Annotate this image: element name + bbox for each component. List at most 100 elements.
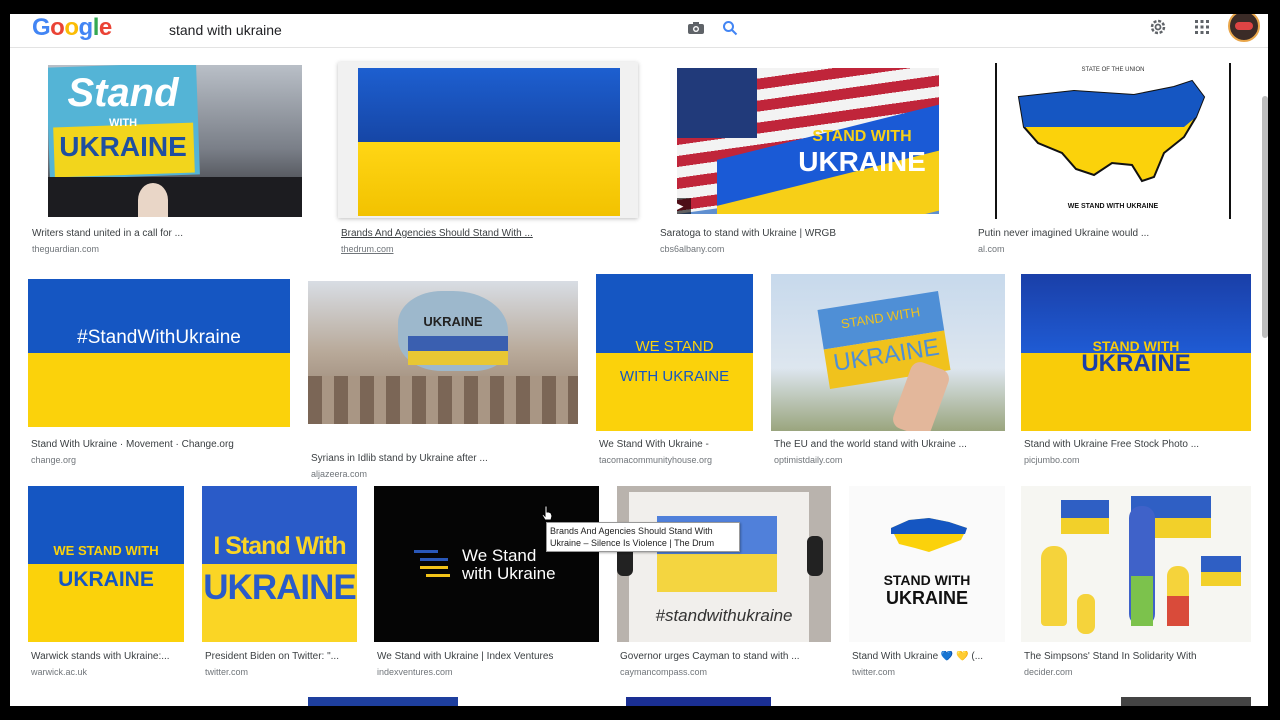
- result-source: theguardian.com: [32, 244, 100, 254]
- result-image[interactable]: #StandWithUkraine: [28, 279, 290, 427]
- result-source: picjumbo.com: [1024, 455, 1080, 465]
- logo-letter: g: [78, 14, 94, 41]
- result-tile[interactable]: #standwithukraine Governor urges Cayman …: [617, 486, 831, 686]
- image-text: I Stand With: [213, 532, 346, 560]
- image-text: WITH UKRAINE: [619, 368, 730, 385]
- logo-letter: e: [98, 14, 112, 41]
- play-icon[interactable]: ▶: [677, 198, 691, 214]
- result-tile[interactable]: UKRAINE Syrians in Idlib stand by Ukrain…: [308, 281, 578, 479]
- result-tile[interactable]: The Simpsons' Stand In Solidarity With d…: [1021, 486, 1251, 686]
- result-caption[interactable]: Warwick stands with Ukraine:...: [31, 651, 181, 662]
- result-source: cbs6albany.com: [660, 244, 725, 254]
- result-caption[interactable]: We Stand with Ukraine | Index Ventures: [377, 651, 603, 662]
- result-tile[interactable]: STAND WITH UKRAINE Stand with Ukraine Fr…: [1021, 274, 1254, 465]
- result-caption[interactable]: The EU and the world stand with Ukraine …: [774, 439, 1004, 450]
- result-image[interactable]: [358, 68, 620, 216]
- result-image[interactable]: UKRAINE: [308, 281, 578, 424]
- hand-cursor-icon: [541, 505, 553, 521]
- result-source: optimistdaily.com: [774, 455, 843, 465]
- result-image[interactable]: WE STAND WITH UKRAINE: [28, 486, 184, 642]
- gear-icon[interactable]: [1148, 17, 1168, 37]
- result-tile[interactable]: WE STAND WITH UKRAINE We Stand With Ukra…: [596, 274, 754, 465]
- tooltip-line: Brands And Agencies Should Stand With: [550, 526, 713, 536]
- result-tile[interactable]: I Stand With UKRAINE President Biden on …: [202, 486, 358, 686]
- scrollbar-thumb[interactable]: [1262, 96, 1268, 338]
- result-source: twitter.com: [852, 667, 896, 677]
- result-image[interactable]: STAND WITH UKRAINE: [849, 486, 1005, 642]
- result-caption[interactable]: Brands And Agencies Should Stand With ..…: [341, 228, 621, 239]
- result-image-partial[interactable]: [1121, 697, 1251, 706]
- result-caption[interactable]: Putin never imagined Ukraine would ...: [978, 228, 1228, 239]
- result-source: warwick.ac.uk: [31, 667, 88, 677]
- result-source: al.com: [978, 244, 1005, 254]
- search-icon[interactable]: [722, 20, 738, 36]
- result-source: tacomacommunityhouse.org: [599, 455, 713, 465]
- image-text: STAND WITH: [812, 128, 912, 145]
- result-tile[interactable]: STATE OF THE UNION WE STAND WITH UKRAINE…: [978, 63, 1231, 254]
- result-image-partial[interactable]: [626, 697, 771, 706]
- search-input[interactable]: stand with ukraine: [169, 22, 282, 38]
- image-text: UKRAINE: [798, 146, 926, 177]
- usa-map-shape: [1017, 79, 1206, 183]
- result-image[interactable]: #standwithukraine: [617, 486, 831, 642]
- result-image[interactable]: [1021, 486, 1251, 642]
- result-tile[interactable]: Stand WITH UKRAINE Writers stand united …: [32, 65, 302, 255]
- browser-viewport: Google stand with ukraine Stand WITH UKR…: [10, 14, 1268, 706]
- result-caption[interactable]: Writers stand united in a call for ...: [32, 228, 292, 239]
- result-image[interactable]: I Stand With UKRAINE: [202, 486, 357, 642]
- hover-tooltip: Brands And Agencies Should Stand With Uk…: [546, 522, 740, 552]
- image-text: UKRAINE: [1081, 350, 1191, 377]
- result-image[interactable]: STAND WITH UKRAINE: [1021, 274, 1251, 431]
- result-caption[interactable]: The Simpsons' Stand In Solidarity With: [1024, 651, 1254, 662]
- result-caption[interactable]: Syrians in Idlib stand by Ukraine after …: [311, 453, 571, 464]
- image-text: WE STAND: [635, 338, 714, 355]
- result-caption[interactable]: Stand with Ukraine Free Stock Photo ...: [1024, 439, 1254, 450]
- result-caption[interactable]: Saratoga to stand with Ukraine | WRGB: [660, 228, 930, 239]
- image-text: Stand: [67, 71, 179, 115]
- image-text: UKRAINE: [58, 568, 154, 591]
- result-source: indexventures.com: [377, 667, 453, 677]
- image-text: STAND WITH: [883, 572, 971, 588]
- image-text: #standwithukraine: [655, 606, 793, 625]
- apps-icon[interactable]: [1194, 19, 1210, 35]
- result-image[interactable]: STAND WITH UKRAINE ▶: [677, 68, 939, 214]
- result-tile[interactable]: STAND WITH UKRAINE ▶ Saratoga to stand w…: [660, 68, 939, 258]
- result-image[interactable]: STAND WITH UKRAINE: [771, 274, 1005, 431]
- image-text: UKRAINE: [59, 131, 187, 162]
- result-caption[interactable]: Governor urges Cayman to stand with ...: [620, 651, 830, 662]
- result-tile[interactable]: STAND WITH UKRAINE The EU and the world …: [771, 274, 1005, 465]
- ukraine-map-shape: [891, 518, 967, 552]
- result-image[interactable]: STATE OF THE UNION WE STAND WITH UKRAINE: [995, 63, 1231, 219]
- result-image[interactable]: Stand WITH UKRAINE: [48, 65, 302, 217]
- logo-letter: G: [32, 14, 51, 41]
- image-text: UKRAINE: [885, 588, 968, 608]
- image-text: WITH: [108, 117, 138, 129]
- result-tile[interactable]: Brands And Agencies Should Stand With ..…: [338, 62, 638, 254]
- result-tile[interactable]: WE STAND WITH UKRAINE Warwick stands wit…: [28, 486, 185, 686]
- image-text: #StandWithUkraine: [77, 327, 241, 348]
- result-tile[interactable]: #StandWithUkraine Stand With Ukraine · M…: [28, 279, 290, 469]
- avatar[interactable]: [1228, 14, 1260, 42]
- result-caption[interactable]: Stand With Ukraine · Movement · Change.o…: [31, 439, 291, 450]
- result-caption[interactable]: We Stand With Ukraine -: [599, 439, 759, 450]
- camera-icon[interactable]: [687, 21, 705, 35]
- search-box[interactable]: stand with ukraine: [150, 14, 750, 44]
- result-image[interactable]: We Stand with Ukraine: [374, 486, 599, 642]
- image-text: UKRAINE: [423, 314, 483, 329]
- result-source: twitter.com: [205, 667, 249, 677]
- top-bar: Google stand with ukraine: [10, 14, 1268, 48]
- image-text: with Ukraine: [462, 564, 556, 583]
- logo-letter: o: [50, 14, 65, 41]
- result-caption[interactable]: President Biden on Twitter: "...: [205, 651, 365, 662]
- result-caption[interactable]: Stand With Ukraine 💙 💛 (...: [852, 651, 1012, 662]
- result-tile[interactable]: STAND WITH UKRAINE Stand With Ukraine 💙 …: [849, 486, 1005, 686]
- image-text: WE STAND WITH: [53, 543, 159, 558]
- result-source: thedrum.com: [341, 244, 394, 254]
- result-image-partial[interactable]: [308, 697, 458, 706]
- result-image[interactable]: WE STAND WITH UKRAINE: [596, 274, 753, 431]
- result-source: caymancompass.com: [620, 667, 708, 677]
- google-logo[interactable]: Google: [32, 14, 112, 42]
- image-text: WE STAND WITH UKRAINE: [1067, 203, 1159, 210]
- result-tile[interactable]: We Stand with Ukraine We Stand with Ukra…: [374, 486, 600, 686]
- image-text: We Stand: [462, 546, 537, 565]
